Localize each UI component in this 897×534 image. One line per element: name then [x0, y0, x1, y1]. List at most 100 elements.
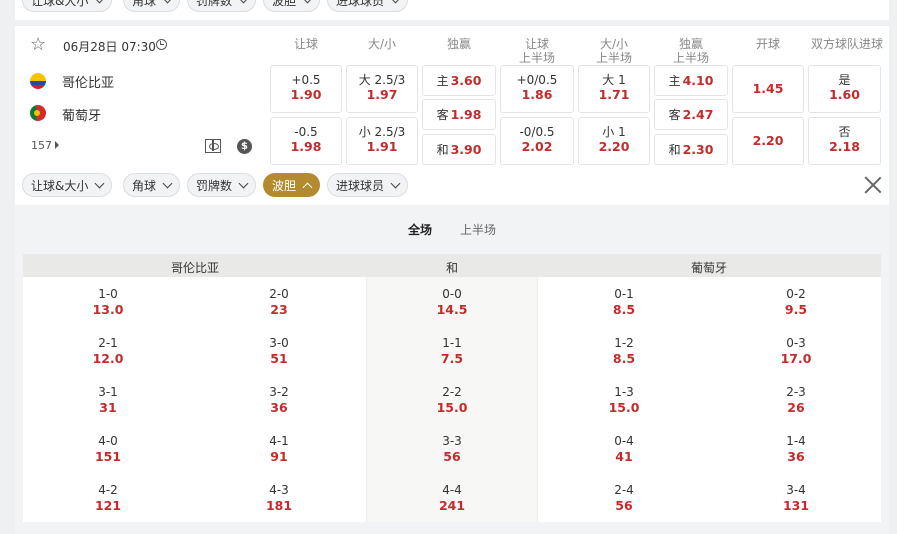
score-cell[interactable]: 2-2 15.0	[417, 384, 487, 416]
score-odd: 17.0	[780, 351, 812, 366]
score-cell[interactable]: 3-3 56	[417, 433, 487, 465]
odds-moneyline-half-draw[interactable]: 和 2.30	[654, 134, 728, 165]
filter-scorers-top[interactable]: 进球球员	[327, 0, 409, 12]
chevron-down-icon	[302, 0, 313, 3]
score-odd: 8.5	[612, 302, 636, 317]
score-cell[interactable]: 2-4 56	[589, 482, 659, 514]
close-icon[interactable]	[864, 176, 882, 194]
more-markets-link[interactable]: 157	[31, 139, 59, 152]
score-odd: 56	[615, 498, 633, 513]
score-label: 2-1	[98, 336, 118, 350]
pitch-icon[interactable]	[205, 139, 221, 153]
score-cell[interactable]: 2-0 23	[244, 286, 314, 318]
score-label: 4-4	[442, 483, 462, 497]
score-label: 4-2	[98, 483, 118, 497]
score-cell[interactable]: 3-4 131	[761, 482, 831, 514]
score-label: 2-3	[786, 385, 806, 399]
chevron-down-icon	[238, 0, 249, 3]
odds-handicap-half-home[interactable]: +0/0.5 1.86	[500, 65, 574, 113]
score-label: 2-2	[442, 385, 462, 399]
score-odd: 14.5	[436, 302, 468, 317]
score-cell[interactable]: 4-1 91	[244, 433, 314, 465]
odds-under[interactable]: 小 2.5/3 1.91	[346, 117, 418, 165]
score-label: 0-0	[442, 287, 462, 301]
odds-btts-no[interactable]: 否 2.18	[808, 117, 881, 165]
tab-first-half[interactable]: 上半场	[460, 221, 496, 238]
score-cell[interactable]: 3-0 51	[244, 335, 314, 367]
col-header-kickoff: 开球	[755, 37, 780, 51]
odds-moneyline-half-home[interactable]: 主 4.10	[654, 65, 728, 96]
filter-correct-score[interactable]: 波胆	[263, 173, 321, 197]
score-cell[interactable]: 1-2 8.5	[589, 335, 659, 367]
odds-moneyline-away[interactable]: 客 1.98	[422, 99, 496, 130]
score-cell[interactable]: 4-4 241	[417, 482, 487, 514]
filter-handicap-top[interactable]: 让球&大小	[22, 0, 113, 12]
score-odd: 9.5	[784, 302, 808, 317]
portugal-flag-icon	[30, 105, 46, 121]
score-cell[interactable]: 4-3 181	[244, 482, 314, 514]
chevron-down-icon	[94, 0, 105, 3]
col-header-moneyline-half: 独赢 上半场	[672, 37, 709, 65]
score-label: 0-2	[786, 287, 806, 301]
odds-over[interactable]: 大 2.5/3 1.97	[346, 65, 418, 113]
score-cell[interactable]: 2-3 26	[761, 384, 831, 416]
filter-goalscorers[interactable]: 进球球员	[327, 173, 409, 197]
home-team-name: 哥伦比亚	[62, 76, 115, 91]
score-cell[interactable]: 2-1 12.0	[73, 335, 143, 367]
score-label: 0-4	[614, 434, 634, 448]
score-cell[interactable]: 0-1 8.5	[589, 286, 659, 318]
score-cell[interactable]: 1-1 7.5	[417, 335, 487, 367]
score-odd: 91	[270, 449, 288, 464]
col-header-btts: 双方球队进球	[810, 37, 883, 51]
filter-handicap-ou[interactable]: 让球&大小	[22, 173, 113, 197]
score-cell[interactable]: 3-2 36	[244, 384, 314, 416]
odds-handicap-away[interactable]: -0.5 1.98	[270, 117, 342, 165]
header-away: 葡萄牙	[691, 261, 728, 275]
odds-handicap-half-away[interactable]: -0/0.5 2.02	[500, 117, 574, 165]
score-label: 3-1	[98, 385, 118, 399]
score-cell[interactable]: 0-2 9.5	[761, 286, 831, 318]
score-cell[interactable]: 4-2 121	[73, 482, 143, 514]
score-odd: 15.0	[436, 400, 468, 415]
odds-kickoff-home[interactable]: 1.45	[732, 65, 804, 113]
score-odd: 26	[787, 400, 805, 415]
filter-cards[interactable]: 罚牌数	[187, 173, 257, 197]
col-header-over-under: 大/小	[367, 37, 397, 51]
filter-correct-score-top[interactable]: 波胆	[263, 0, 321, 12]
chevron-down-icon	[238, 178, 249, 188]
score-odd: 12.0	[92, 351, 124, 366]
odds-under-half[interactable]: 小 1 2.20	[578, 117, 650, 165]
score-label: 3-4	[786, 483, 806, 497]
score-cell[interactable]: 0-0 14.5	[417, 286, 487, 318]
score-cell[interactable]: 4-0 151	[73, 433, 143, 465]
dollar-icon[interactable]: $	[237, 139, 252, 154]
filter-cards-top[interactable]: 罚牌数	[187, 0, 257, 12]
caret-right-icon	[55, 141, 59, 149]
match-time: 06月28日 07:30	[63, 40, 156, 54]
score-odd: 41	[615, 449, 633, 464]
score-label: 4-3	[269, 483, 289, 497]
score-odd: 181	[265, 498, 293, 513]
odds-moneyline-home[interactable]: 主 3.60	[422, 65, 496, 96]
score-odd: 15.0	[608, 400, 640, 415]
tab-full-time[interactable]: 全场	[408, 221, 432, 238]
score-cell[interactable]: 1-0 13.0	[73, 286, 143, 318]
score-cell[interactable]: 1-4 36	[761, 433, 831, 465]
odds-moneyline-half-away[interactable]: 客 2.47	[654, 99, 728, 130]
odds-over-half[interactable]: 大 1 1.71	[578, 65, 650, 113]
odds-btts-yes[interactable]: 是 1.60	[808, 65, 881, 113]
score-odd: 36	[787, 449, 805, 464]
score-cell[interactable]: 1-3 15.0	[589, 384, 659, 416]
filter-corners-top[interactable]: 角球	[123, 0, 181, 12]
score-label: 1-2	[614, 336, 634, 350]
score-label: 3-2	[269, 385, 289, 399]
score-cell[interactable]: 0-3 17.0	[761, 335, 831, 367]
score-cell[interactable]: 0-4 41	[589, 433, 659, 465]
filter-corners[interactable]: 角球	[123, 173, 181, 197]
odds-moneyline-draw[interactable]: 和 3.90	[422, 134, 496, 165]
odds-handicap-home[interactable]: +0.5 1.90	[270, 65, 342, 113]
score-cell[interactable]: 3-1 31	[73, 384, 143, 416]
clock-icon	[156, 39, 167, 50]
star-icon[interactable]: ☆	[30, 36, 46, 54]
odds-kickoff-away[interactable]: 2.20	[732, 117, 804, 165]
